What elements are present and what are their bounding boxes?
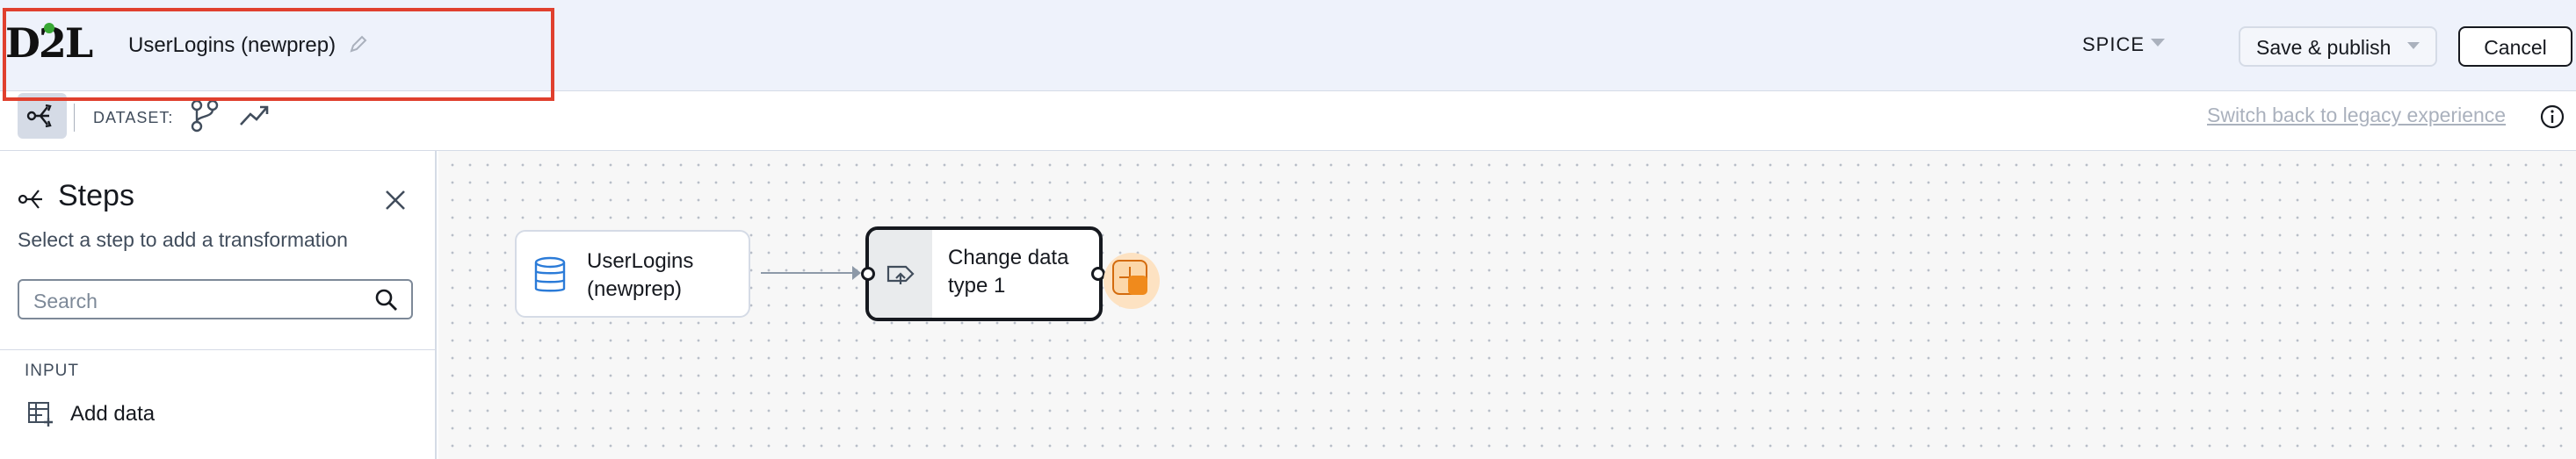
sidebar-divider (0, 349, 435, 350)
legacy-experience-link[interactable]: Switch back to legacy experience (2207, 104, 2506, 127)
source-node[interactable]: UserLogins (newprep) (515, 230, 750, 318)
flow-icon (26, 104, 52, 128)
query-mode-select[interactable]: SPICE (2082, 33, 2145, 56)
highlight-box (3, 8, 554, 101)
transform-icon-area (869, 230, 932, 318)
cancel-label: Cancel (2484, 36, 2547, 59)
cancel-button[interactable]: Cancel (2458, 26, 2572, 67)
save-publish-button[interactable]: Save & publish (2239, 26, 2437, 67)
search-input[interactable]: Search (18, 279, 413, 319)
chevron-down-icon[interactable] (2407, 42, 2420, 49)
dataset-label: DATASET: (93, 109, 174, 126)
change-type-icon (886, 265, 915, 284)
arrow-head-icon (852, 266, 861, 280)
add-data-label: Add data (70, 402, 156, 426)
chevron-down-icon[interactable] (2151, 39, 2165, 47)
branch-icon[interactable] (190, 98, 221, 133)
trend-icon[interactable] (237, 98, 272, 133)
transform-node-label: Change data type 1 (948, 246, 1069, 298)
steps-panel: Steps Select a step to add a transformat… (0, 151, 437, 459)
info-icon[interactable] (2539, 104, 2565, 130)
search-icon[interactable] (374, 288, 399, 312)
source-node-label: UserLogins (newprep) (587, 249, 694, 301)
transform-node[interactable]: Change data type 1 (865, 226, 1103, 321)
add-step-button[interactable] (1103, 253, 1160, 309)
add-step-icon (1112, 260, 1147, 295)
steps-subtitle: Select a step to add a transformation (18, 228, 348, 251)
input-port[interactable] (861, 267, 875, 281)
add-data-item[interactable]: Add data (26, 398, 290, 430)
toolbar-divider (74, 104, 75, 132)
save-publish-label: Save & publish (2256, 36, 2391, 59)
flow-connector (761, 272, 859, 274)
database-icon (534, 256, 566, 292)
input-section-label: INPUT (25, 362, 79, 380)
steps-title: Steps (58, 179, 134, 212)
steps-icon (18, 190, 42, 209)
add-data-icon (28, 402, 53, 427)
flow-canvas[interactable] (438, 151, 2576, 459)
search-placeholder: Search (33, 290, 98, 312)
close-icon[interactable] (383, 188, 408, 212)
